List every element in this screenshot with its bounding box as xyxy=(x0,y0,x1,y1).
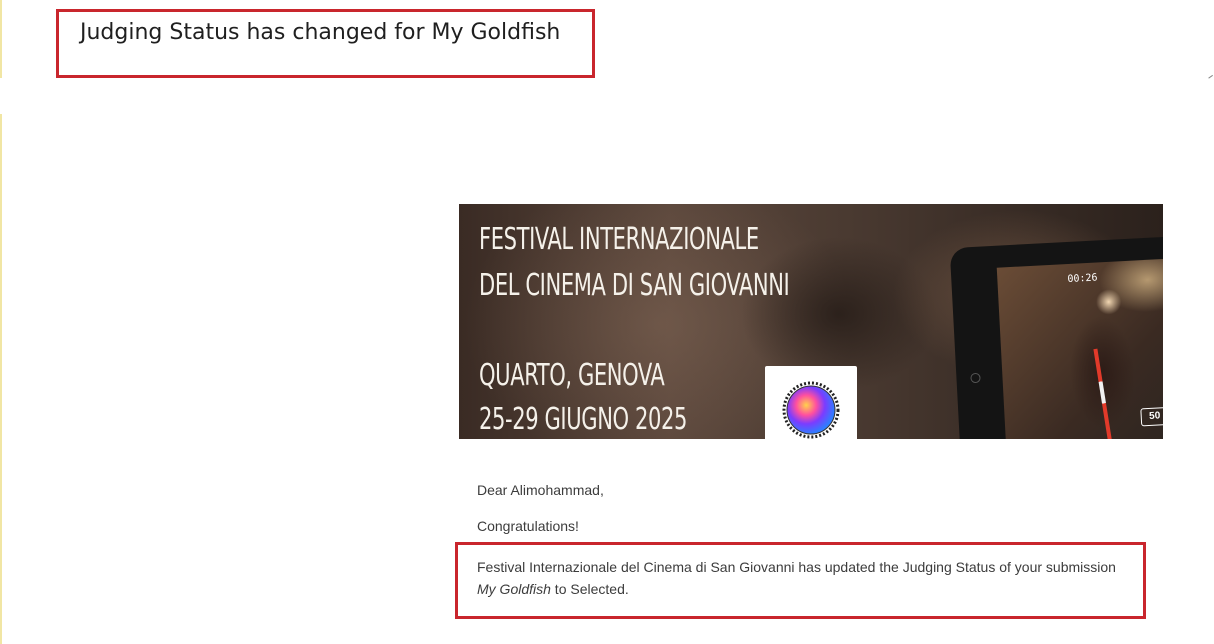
banner-title-line-2: DEL CINEMA DI SAN GIOVANNI xyxy=(479,268,790,303)
banner-dates: 25-29 GIUGNO 2025 xyxy=(479,402,688,437)
camera-battery-badge: 50 xyxy=(1140,406,1163,427)
corner-mark xyxy=(1208,74,1214,82)
email-greeting: Dear Alimohammad, xyxy=(477,482,604,498)
status-highlight-box xyxy=(455,542,1146,619)
left-edge-gap xyxy=(0,78,2,114)
festival-logo-icon xyxy=(775,374,847,446)
white-cane xyxy=(1093,348,1115,439)
camera-timecode: 00:26 xyxy=(1067,272,1098,286)
camera-monitor: 00:26 50 xyxy=(949,236,1163,439)
festival-logo xyxy=(765,366,857,448)
camera-button xyxy=(970,372,981,384)
camera-display: 00:26 50 xyxy=(996,257,1163,439)
banner-location: QUARTO, GENOVA xyxy=(479,358,665,393)
email-congratulations: Congratulations! xyxy=(477,518,579,534)
banner-title-line-1: FESTIVAL INTERNAZIONALE xyxy=(479,222,759,257)
subject-highlight-box xyxy=(56,9,595,78)
